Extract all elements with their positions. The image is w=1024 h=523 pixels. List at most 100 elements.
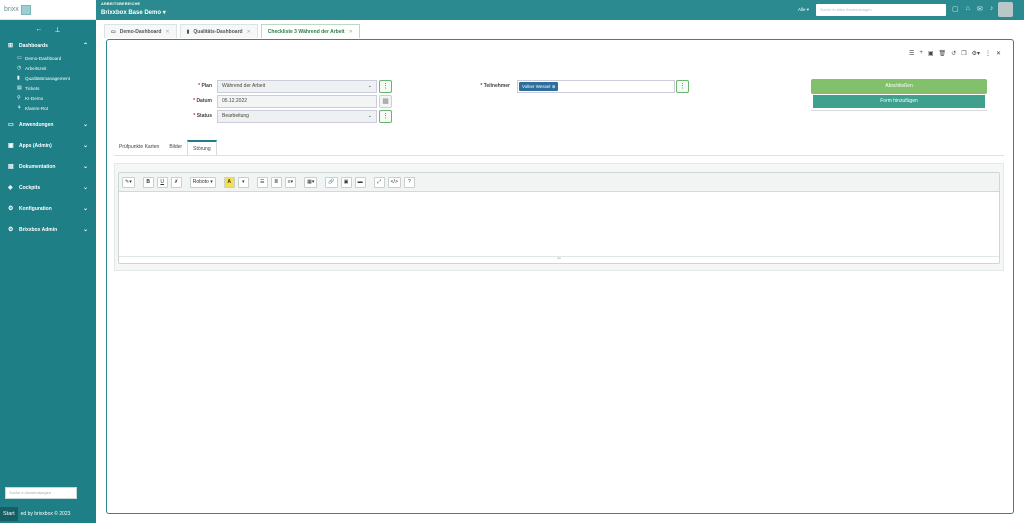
- sidebar-group-apps-admin[interactable]: ▣ Apps (Admin) ⌄: [0, 138, 96, 153]
- back-arrow-icon[interactable]: ←: [35, 26, 42, 34]
- link-button[interactable]: 🔗: [325, 176, 338, 188]
- sidebar-group-anwendungen[interactable]: ▭ Anwendungen ⌄: [0, 117, 96, 132]
- more-icon[interactable]: ⋮: [985, 50, 991, 57]
- sidebar-search-input[interactable]: Suche in Anwendungen: [5, 487, 77, 499]
- chevron-down-icon: ⌄: [82, 164, 88, 170]
- button-divider: [811, 108, 987, 111]
- close-icon[interactable]: ✕: [165, 29, 169, 35]
- sidebar-item-ki-demo[interactable]: ⚲ KI-Demo: [0, 93, 96, 103]
- sidebar-group-dokumentation[interactable]: ▤ Dokumentation ⌄: [0, 159, 96, 174]
- delete-icon[interactable]: 🗑: [939, 50, 947, 57]
- save-icon[interactable]: ▣: [928, 50, 934, 57]
- bullet-list-button[interactable]: ☰: [256, 176, 268, 188]
- sidebar-group-cockpits[interactable]: ◈ Cockpits ⌄: [0, 180, 96, 195]
- font-family-dropdown[interactable]: Roboto ▾: [189, 176, 216, 188]
- copy-icon[interactable]: ❐: [961, 50, 966, 57]
- close-icon[interactable]: ✕: [996, 50, 1001, 57]
- pin-icon[interactable]: ⊥: [54, 26, 60, 34]
- sidebar-item-demo-dashboard[interactable]: ▭ Demo-Dashboard: [0, 53, 96, 63]
- status-label: * Status: [193, 113, 212, 119]
- sidebar-item-qualitaetsmanagement[interactable]: ▮ Qualitätsmanagement: [0, 73, 96, 83]
- remove-chip-icon[interactable]: ⊗: [552, 84, 556, 89]
- form-hinzufuegen-button[interactable]: Form hinzufügen: [813, 95, 985, 108]
- sidebar-group-dashboards[interactable]: ⊞ Dashboards ⌃: [0, 38, 96, 53]
- avatar[interactable]: [998, 2, 1013, 17]
- participant-chip[interactable]: Volker Wessel ⊗: [519, 82, 559, 91]
- sidebar-item-label: Qualitätsmanagement: [25, 75, 70, 81]
- rich-text-editor: ✎▾ B U ✗ Roboto ▾ A ▾ ☰ ≣ ≡▾ ▦▾ 🔗 ▣ ▬ ⤢ …: [118, 172, 1000, 264]
- datum-field[interactable]: 05.12.2022: [217, 95, 377, 108]
- ticket-icon: ▤: [17, 85, 22, 91]
- tab-stoerung[interactable]: Störung: [187, 140, 217, 156]
- chevron-down-icon: ⌄: [82, 227, 88, 233]
- logo-cube-icon: [20, 4, 31, 15]
- dashboard-icon: ▭: [17, 55, 22, 61]
- tab-label: Checkliste 3 Während der Arbeit: [267, 28, 345, 35]
- close-icon[interactable]: ✕: [247, 29, 251, 35]
- subtab-divider: [114, 155, 1004, 156]
- status-value: Bearbeitung: [222, 113, 249, 119]
- subtabs: Prüfpunkte Karten Bilder Störung: [114, 140, 217, 156]
- plan-options-button[interactable]: ⋮: [379, 80, 392, 93]
- abschliessen-button[interactable]: Abschließen: [811, 79, 987, 94]
- chevron-down-icon: ⌄: [82, 143, 88, 149]
- align-dropdown[interactable]: ≡▾: [284, 176, 297, 188]
- admin-apps-icon: ▣: [8, 143, 14, 149]
- workspace-selector[interactable]: Brixxbox Base Demo ▾: [101, 9, 166, 16]
- apps-icon: ▭: [8, 122, 14, 128]
- code-view-button[interactable]: </>: [387, 176, 401, 188]
- sidebar-group-konfiguration[interactable]: ⚙ Konfiguration ⌄: [0, 201, 96, 216]
- logo[interactable]: brixx: [0, 0, 96, 20]
- status-select[interactable]: Bearbeitung ⌄: [217, 110, 377, 123]
- sidebar-item-tickets[interactable]: ▤ Tickets: [0, 83, 96, 93]
- video-button[interactable]: ▬: [354, 176, 366, 188]
- list-icon[interactable]: ☰: [909, 50, 914, 57]
- teilnehmer-field[interactable]: Volker Wessel ⊗: [517, 80, 675, 93]
- status-options-button[interactable]: ⋮: [379, 110, 392, 123]
- tab-checkliste[interactable]: Checkliste 3 Während der Arbeit ✕: [260, 24, 360, 38]
- tab-qualitaets-dashboard[interactable]: ▮ Qualitäts-Dashboard ✕: [179, 24, 258, 38]
- underline-button[interactable]: U: [156, 176, 168, 188]
- sidebar-item-arbeitszeit[interactable]: ◷ Arbeitszeit: [0, 63, 96, 73]
- teilnehmer-options-button[interactable]: ⋮: [676, 80, 689, 93]
- text-color-button[interactable]: A: [223, 176, 235, 188]
- image-button[interactable]: ▣: [340, 176, 352, 188]
- home-icon[interactable]: ⌂: [966, 5, 970, 13]
- chevron-down-icon: ⌄: [82, 122, 88, 128]
- calendar-icon[interactable]: ▦: [379, 95, 392, 108]
- logo-text: brixx: [4, 6, 19, 13]
- plan-select[interactable]: Während der Arbeit ⌄: [217, 80, 377, 93]
- gear-icon: ⚙: [8, 206, 14, 212]
- add-icon[interactable]: +: [919, 50, 923, 57]
- text-color-dropdown[interactable]: ▾: [237, 176, 249, 188]
- clear-format-button[interactable]: ✗: [170, 176, 182, 188]
- tab-bilder[interactable]: Bilder: [164, 140, 187, 156]
- tab-label: Qualitäts-Dashboard: [193, 28, 243, 35]
- bold-button[interactable]: B: [142, 176, 154, 188]
- history-icon[interactable]: ↺: [951, 50, 956, 57]
- tab-label: Demo-Dashboard: [119, 28, 162, 35]
- tab-pruefpunkte-karten[interactable]: Prüfpunkte Karten: [114, 140, 164, 156]
- fullscreen-button[interactable]: ⤢: [373, 176, 385, 188]
- style-dropdown[interactable]: ✎▾: [122, 176, 135, 188]
- bell-icon[interactable]: ♪: [990, 5, 994, 13]
- window-icon[interactable]: ▢: [952, 5, 959, 13]
- start-button[interactable]: Start: [0, 507, 18, 521]
- clock-icon: ◷: [17, 65, 22, 71]
- workspace-label: ARBEITSBEREICHE: [101, 2, 141, 6]
- help-button[interactable]: ?: [403, 176, 415, 188]
- table-dropdown[interactable]: ▦▾: [304, 176, 318, 188]
- sidebar-item-label: Tickets: [25, 85, 40, 91]
- mail-icon[interactable]: ✉: [977, 5, 983, 13]
- tab-demo-dashboard[interactable]: ▭ Demo-Dashboard ✕: [104, 24, 177, 38]
- chevron-up-icon: ⌃: [82, 43, 88, 49]
- settings-icon[interactable]: ⚙▾: [972, 50, 980, 57]
- sidebar-group-brixxbox-admin[interactable]: ⚙ Brixxbox Admin ⌄: [0, 222, 96, 237]
- search-filter-dropdown[interactable]: Alle ▾: [798, 7, 809, 13]
- editor-content-area[interactable]: [119, 192, 999, 256]
- close-icon[interactable]: ✕: [349, 29, 353, 35]
- numbered-list-button[interactable]: ≣: [270, 176, 282, 188]
- global-search-input[interactable]: Suche in allen Anwendungen: [816, 4, 946, 16]
- sidebar-item-klamm-rot[interactable]: ⚘ Klamm-Rot: [0, 103, 96, 113]
- resize-handle[interactable]: ═: [119, 256, 999, 262]
